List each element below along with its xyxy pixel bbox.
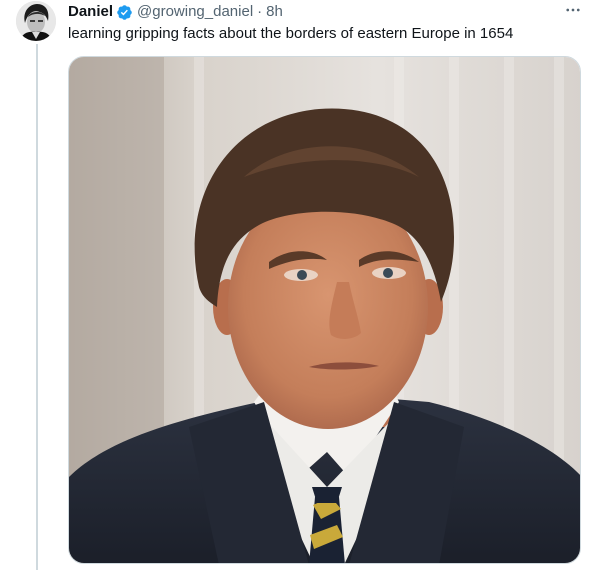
more-options-button[interactable] [562,2,584,22]
tweet[interactable]: Daniel @growing_daniel · 8h learning gri… [0,0,598,570]
verified-badge-icon [116,4,133,21]
thread-line [36,44,38,570]
timestamp[interactable]: 8h [266,2,283,22]
tweet-photo[interactable] [68,56,581,564]
separator-dot: · [257,3,263,20]
photo-of-man-in-suit [69,57,580,563]
author-name[interactable]: Daniel [68,2,113,22]
ellipsis-horizontal-icon [564,1,582,24]
avatar[interactable] [16,1,56,41]
tweet-text: learning gripping facts about the border… [68,25,514,42]
author-handle[interactable]: @growing_daniel [137,2,253,22]
tweet-header: Daniel @growing_daniel · 8h [68,2,283,22]
